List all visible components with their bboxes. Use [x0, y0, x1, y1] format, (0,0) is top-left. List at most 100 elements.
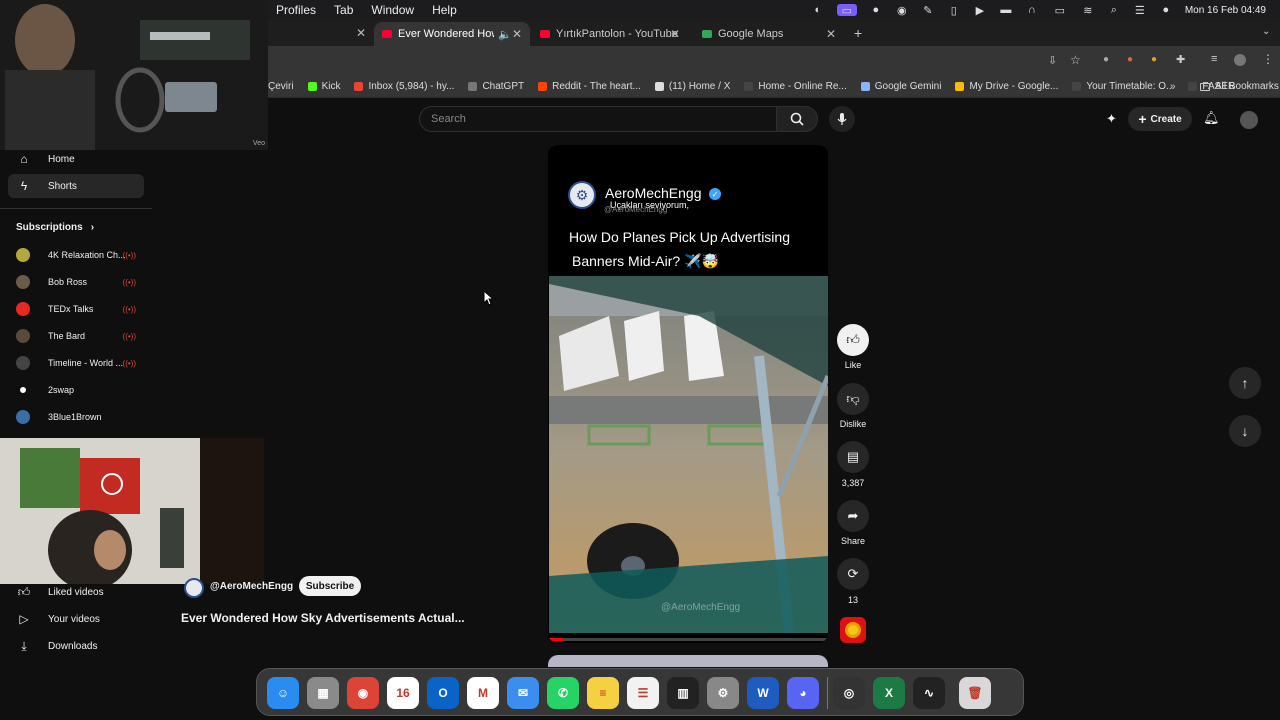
menubar-clock[interactable]: Mon 16 Feb 04:49 — [1185, 5, 1266, 16]
close-tab-icon[interactable]: ✕ — [826, 27, 836, 41]
bookmark-item[interactable]: Çeviri — [268, 81, 294, 92]
calendar-icon[interactable]: 16 — [387, 677, 419, 709]
car-icon[interactable]: ▬ — [999, 4, 1013, 16]
close-tab-icon[interactable]: ✕ — [512, 27, 522, 41]
search-input[interactable]: Search — [419, 106, 777, 132]
menu-profiles[interactable]: Profiles — [276, 3, 316, 17]
excel-icon[interactable]: X — [873, 677, 905, 709]
spotify-icon[interactable]: ◉ — [895, 4, 909, 17]
obs-icon[interactable]: ◎ — [833, 677, 865, 709]
subscription-item[interactable]: Timeline - World ... ((•)) — [16, 354, 144, 372]
pen-icon[interactable]: ✎ — [921, 4, 935, 17]
bookmark-item[interactable]: Kick — [307, 81, 340, 92]
bookmark-item[interactable]: ChatGPT — [468, 81, 524, 92]
short-title-overlay[interactable]: Ever Wondered How Sky Advertisements Act… — [181, 611, 465, 625]
channel-name[interactable]: AeroMechEngg — [605, 185, 702, 201]
dislike-button[interactable]: 👎︎ — [837, 383, 869, 415]
close-icon[interactable]: ✕ — [356, 26, 366, 40]
launchpad-icon[interactable]: ▦ — [307, 677, 339, 709]
sidebar-item-your-videos[interactable]: ▷ Your videos — [8, 607, 144, 631]
notes-icon[interactable]: ≡ — [587, 677, 619, 709]
sidebar-item-liked-videos[interactable]: 👍︎ Liked videos — [8, 580, 144, 604]
video-progress-track[interactable] — [549, 638, 828, 641]
chrome-icon[interactable]: ◉ — [347, 677, 379, 709]
install-app-icon[interactable]: ⇩ — [1048, 54, 1057, 67]
menu-help[interactable]: Help — [432, 3, 457, 17]
extension-icon[interactable]: ● — [1103, 54, 1109, 65]
word-icon[interactable]: W — [747, 677, 779, 709]
like-button[interactable]: 👍︎ — [837, 324, 869, 356]
close-tab-icon[interactable]: ✕ — [670, 27, 680, 41]
reminders-icon[interactable]: ☰ — [627, 677, 659, 709]
sidebar-item-shorts[interactable]: ϟ Shorts — [8, 174, 144, 198]
comments-button[interactable]: ▤ — [837, 441, 869, 473]
mail-icon[interactable]: ✉ — [507, 677, 539, 709]
outlook-icon[interactable]: O — [427, 677, 459, 709]
bookmark-item[interactable]: Inbox (5,984) - hy... — [354, 81, 454, 92]
subscription-item[interactable]: 2swap — [16, 381, 144, 399]
tab-yirtikpantolon[interactable]: YırtıkPantolon - YouTube ✕ — [532, 22, 688, 46]
gmail-icon[interactable]: M — [467, 677, 499, 709]
subscriptions-header[interactable]: Subscriptions › — [16, 222, 94, 233]
subscribe-button[interactable]: Subscribe — [299, 576, 361, 596]
kebab-menu-icon[interactable]: ⋮ — [1262, 52, 1274, 66]
dot-icon[interactable]: ● — [869, 4, 883, 16]
bookmark-item[interactable]: My Drive - Google... — [955, 81, 1058, 92]
subscription-item[interactable]: The Bard ((•)) — [16, 327, 144, 345]
siri-icon[interactable]: ● — [1159, 4, 1173, 16]
control-center-icon[interactable]: ☰ — [1133, 4, 1147, 17]
subscription-item[interactable]: TEDx Talks ((•)) — [16, 300, 144, 318]
avatar[interactable] — [1240, 111, 1258, 129]
discord-icon[interactable]: ◕ — [787, 677, 819, 709]
bookmark-item[interactable]: Your Timetable: O... — [1072, 81, 1174, 92]
headphones-icon[interactable]: ∩ — [1025, 4, 1039, 16]
channel-handle[interactable]: @AeroMechEngg — [210, 581, 293, 592]
sound-disc-icon[interactable] — [840, 617, 866, 643]
system-settings-icon[interactable]: ⚙ — [707, 677, 739, 709]
search-button[interactable] — [776, 106, 818, 132]
media-control-icon[interactable]: ≡ — [1211, 53, 1217, 65]
extension-icon[interactable]: ● — [1151, 54, 1157, 65]
bookmark-item[interactable]: Google Gemini — [860, 81, 941, 92]
gemini-sparkle-icon[interactable]: ✦ — [1106, 111, 1117, 127]
bookmark-item[interactable]: (11) Home / X — [654, 81, 730, 92]
bookmark-item[interactable]: Reddit - The heart... — [538, 81, 641, 92]
status-icon[interactable]: ◐ — [811, 4, 825, 16]
speaker-icon[interactable]: 🔈 — [498, 28, 512, 41]
sidebar-item-downloads[interactable]: ⤓ Downloads — [8, 634, 144, 658]
tab-search-icon[interactable]: ⌄ — [1262, 26, 1270, 37]
channel-avatar[interactable]: ⚙ — [568, 181, 596, 209]
menu-tab[interactable]: Tab — [334, 3, 353, 17]
wifi-icon[interactable]: ≋ — [1081, 4, 1095, 17]
short-video-card[interactable]: ⚙ AeroMechEngg ✓ Uçakları seviyorum, @Ae… — [548, 145, 828, 643]
tab-ever-wondered[interactable]: Ever Wondered How Sky 🔈 ✕ — [374, 22, 530, 46]
next-short-button[interactable]: ↓ — [1229, 415, 1261, 447]
puzzle-icon[interactable]: ✚ — [1176, 53, 1185, 66]
bookmark-star-icon[interactable]: ☆ — [1070, 53, 1081, 67]
battery-small-icon[interactable]: ▯ — [947, 4, 961, 17]
remix-button[interactable]: ⟳ — [837, 558, 869, 590]
voice-search-button[interactable] — [829, 106, 855, 132]
play-icon[interactable]: ▶ — [973, 4, 987, 17]
sidebar-item-home[interactable]: ⌂ Home — [8, 147, 144, 171]
share-button[interactable]: ➦ — [837, 500, 869, 532]
screen-record-icon[interactable]: ▭ — [836, 4, 857, 17]
channel-avatar-small[interactable] — [184, 578, 204, 598]
bookmark-item[interactable]: Home - Online Re... — [744, 81, 847, 92]
tab-google-maps[interactable]: Google Maps ✕ — [694, 22, 844, 46]
new-tab-icon[interactable]: + — [854, 25, 862, 41]
next-short-preview[interactable] — [548, 655, 828, 667]
more-bookmarks-icon[interactable]: » — [1170, 81, 1176, 92]
subscription-item[interactable]: 4K Relaxation Ch... ((•)) — [16, 246, 144, 264]
sheets-icon[interactable]: ▥ — [667, 677, 699, 709]
battery-icon[interactable]: ▭ — [1051, 4, 1069, 17]
activity-monitor-icon[interactable]: ∿ — [913, 677, 945, 709]
create-button[interactable]: + Create — [1128, 107, 1192, 131]
video-frame[interactable]: @AeroMechEngg — [549, 276, 828, 633]
trash-icon[interactable]: 🗑 — [959, 677, 991, 709]
profile-icon[interactable] — [1234, 54, 1246, 66]
previous-short-button[interactable]: ↑ — [1229, 367, 1261, 399]
whatsapp-icon[interactable]: ✆ — [547, 677, 579, 709]
subscription-item[interactable]: Bob Ross ((•)) — [16, 273, 144, 291]
menu-window[interactable]: Window — [371, 3, 414, 17]
